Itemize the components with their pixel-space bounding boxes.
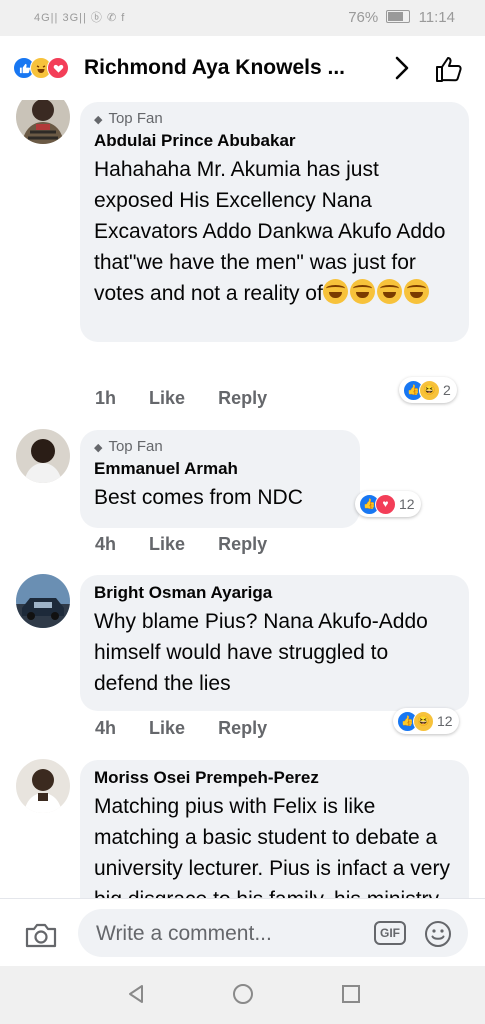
comment-text: Best comes from NDC xyxy=(94,486,303,509)
commenter-name[interactable]: Bright Osman Ayariga xyxy=(94,583,455,603)
status-notifications: 4G|| 3G|| ⓑ ✆ f xyxy=(34,12,126,24)
like-link[interactable]: Like xyxy=(149,534,185,554)
comment-composer: Write a comment... GIF xyxy=(0,898,485,967)
haha-reaction-icon: 😆 xyxy=(413,710,434,732)
comment-input[interactable]: Write a comment... GIF xyxy=(78,909,468,957)
top-fan-badge: ◆ Top Fan xyxy=(94,110,163,127)
comment-bubble[interactable]: Bright Osman Ayariga Why blame Pius? Nan… xyxy=(80,575,469,711)
reply-link[interactable]: Reply xyxy=(218,534,267,554)
diamond-icon: ◆ xyxy=(94,442,103,454)
avatar[interactable] xyxy=(16,574,70,628)
commenter-name[interactable]: Moriss Osei Prempeh-Perez xyxy=(94,768,455,788)
comment-time: 4h xyxy=(95,534,117,554)
post-reactions[interactable] xyxy=(13,57,79,79)
clock: 11:14 xyxy=(418,9,455,26)
like-link[interactable]: Like xyxy=(149,718,185,738)
avatar[interactable] xyxy=(16,759,70,813)
camera-icon[interactable] xyxy=(24,921,58,954)
haha-reaction-icon: 😆 xyxy=(419,379,440,401)
status-bar: 4G|| 3G|| ⓑ ✆ f 76% 11:14 xyxy=(0,0,485,36)
comment-text: Matching pius with Felix is like matchin… xyxy=(94,795,450,898)
reaction-count: 12 xyxy=(437,713,453,729)
comments-sheet: Richmond Aya Knowels ... ◆ Top Fan Abdula… xyxy=(0,36,485,1024)
avatar[interactable] xyxy=(16,100,70,144)
home-icon[interactable] xyxy=(231,982,255,1011)
laughing-emoji-icon xyxy=(376,279,402,304)
comment-input-placeholder: Write a comment... xyxy=(96,922,272,945)
recents-icon[interactable] xyxy=(339,982,363,1011)
reaction-count: 12 xyxy=(399,496,415,512)
comment-time: 1h xyxy=(95,388,117,408)
comment-text: Hahahaha Mr. Akumia has just exposed His… xyxy=(94,158,446,305)
commenter-name[interactable]: Abdulai Prince Abubakar xyxy=(94,131,455,151)
reaction-summary[interactable]: 👍 😆 2 xyxy=(399,377,457,403)
comment-bubble[interactable]: Moriss Osei Prempeh-Perez Matching pius … xyxy=(80,760,469,898)
commenter-name[interactable]: Emmanuel Armah xyxy=(94,459,346,479)
reaction-summary[interactable]: 👍 😆 12 xyxy=(393,708,459,734)
comment-bubble[interactable]: ◆ Top Fan Emmanuel Armah Best comes from … xyxy=(80,430,360,528)
laughing-emoji-icon xyxy=(403,279,429,304)
comment-text: Why blame Pius? Nana Akufo-Addo himself … xyxy=(94,610,428,695)
back-icon[interactable] xyxy=(124,982,148,1011)
diamond-icon: ◆ xyxy=(94,114,103,126)
like-link[interactable]: Like xyxy=(149,388,185,408)
comment-list[interactable]: ◆ Top Fan Abdulai Prince Abubakar Hahahah… xyxy=(0,100,485,898)
reply-link[interactable]: Reply xyxy=(218,388,267,408)
comment-time: 4h xyxy=(95,718,117,738)
reaction-summary[interactable]: 👍 ♥ 12 xyxy=(355,491,421,517)
comment-bubble[interactable]: ◆ Top Fan Abdulai Prince Abubakar Hahahah… xyxy=(80,102,469,342)
love-reaction-icon: ♥ xyxy=(375,493,396,515)
comment-actions: 1h Like Reply xyxy=(95,388,295,409)
thumbs-up-icon[interactable] xyxy=(434,54,464,89)
system-nav-bar xyxy=(0,966,485,1024)
avatar[interactable] xyxy=(16,429,70,483)
comment-actions: 4h Like Reply xyxy=(95,534,295,555)
emoji-icon[interactable] xyxy=(423,919,453,954)
reaction-count: 2 xyxy=(443,382,451,398)
reply-link[interactable]: Reply xyxy=(218,718,267,738)
post-author-title[interactable]: Richmond Aya Knowels ... xyxy=(84,56,345,80)
status-right: 76% 11:14 xyxy=(348,9,455,26)
comment-actions: 4h Like Reply xyxy=(95,718,295,739)
laughing-emoji-icon xyxy=(349,279,375,304)
comments-header: Richmond Aya Knowels ... xyxy=(0,36,485,100)
laughing-emoji-icon xyxy=(322,279,348,304)
chevron-right-icon[interactable] xyxy=(391,54,413,87)
top-fan-badge: ◆ Top Fan xyxy=(94,438,163,455)
gif-button[interactable]: GIF xyxy=(374,921,406,945)
love-reaction-icon xyxy=(47,57,69,79)
battery-icon xyxy=(386,10,411,23)
battery-percent: 76% xyxy=(348,9,379,26)
